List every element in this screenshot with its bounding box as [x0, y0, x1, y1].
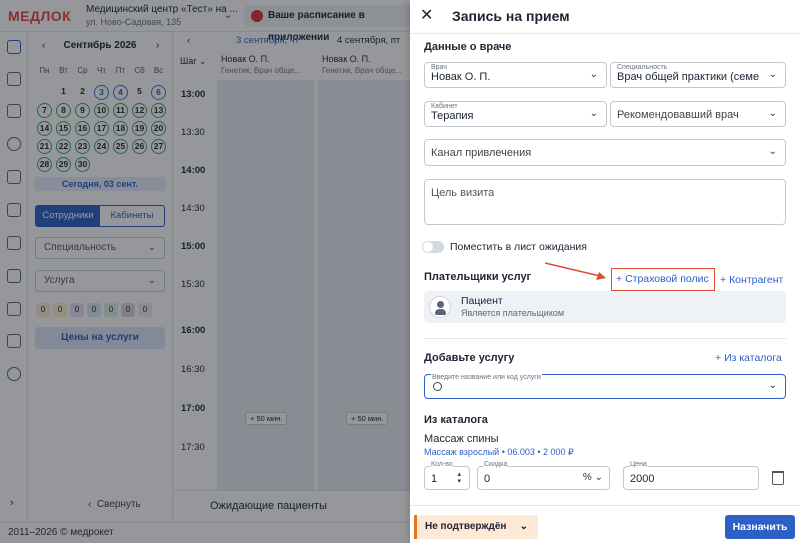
- insurance-label: Страховой полис: [625, 273, 709, 285]
- payers-section-title: Плательщики услуг: [424, 271, 532, 283]
- specialty-field-value: Врач общей практики (семе: [617, 71, 760, 83]
- discount-unit-select[interactable]: % ⌄: [583, 472, 603, 483]
- from-catalog-label: Из каталога: [724, 352, 782, 364]
- price-value: 2000: [630, 473, 655, 485]
- doctor-field-value: Новак О. П.: [431, 71, 491, 83]
- chevron-down-icon: ⌄: [768, 69, 777, 80]
- payer-desc: Является плательщиком: [461, 308, 565, 318]
- service-name: Массаж спины: [424, 433, 499, 445]
- stepper-arrows-icon[interactable]: ▴ ▾: [457, 471, 461, 485]
- catalog-section-title: Из каталога: [424, 414, 488, 426]
- payer-card[interactable]: Пациент Является плательщиком: [424, 291, 786, 323]
- doctor-field-label: Врач: [431, 64, 447, 71]
- waitlist-label: Поместить в лист ожидания: [450, 241, 587, 253]
- room-field-value: Терапия: [431, 110, 474, 122]
- room-select[interactable]: Кабинет Терапия ⌄: [424, 101, 607, 127]
- plus-icon: +: [720, 274, 727, 286]
- purpose-textarea[interactable]: Цель визита: [424, 179, 786, 225]
- appointment-modal: ✕ Запись на прием Данные о враче Врач Но…: [410, 0, 800, 543]
- qty-label: Кол-во: [431, 461, 453, 468]
- waitlist-toggle[interactable]: [422, 241, 444, 253]
- quantity-stepper[interactable]: Кол-во 1 ▴ ▾: [424, 461, 470, 490]
- insurance-button[interactable]: + Страховой полис: [611, 268, 715, 291]
- doctor-select[interactable]: Врач Новак О. П. ⌄: [424, 62, 607, 88]
- plus-icon: +: [616, 273, 623, 285]
- modal-footer: Не подтверждён ⌄ Назначить: [410, 505, 800, 543]
- service-search-input[interactable]: Введите название или код услуги ⌄: [424, 374, 786, 399]
- service-search-label: Введите название или код услуги: [431, 374, 542, 381]
- chevron-down-icon: ⌄: [519, 521, 528, 532]
- discount-label: Скидка: [484, 461, 508, 468]
- service-desc: Массаж взрослый • 06.003 • 2 000 ₽: [424, 447, 574, 457]
- plus-icon: +: [715, 352, 722, 364]
- price-input[interactable]: Цена 2000: [623, 461, 759, 490]
- chevron-down-icon: ⌄: [589, 108, 598, 119]
- contractor-label: Контрагент: [729, 274, 784, 286]
- modal-header: ✕ Запись на прием: [410, 0, 800, 34]
- contractor-button[interactable]: + Контрагент: [720, 274, 783, 286]
- modal-title: Запись на прием: [452, 8, 570, 24]
- doctor-section-title: Данные о враче: [424, 41, 512, 53]
- specialty-select[interactable]: Специальность Врач общей практики (семе …: [610, 62, 786, 88]
- chevron-down-icon: ⌄: [768, 146, 777, 157]
- chevron-down-icon: ⌄: [768, 108, 777, 119]
- payer-name: Пациент: [461, 295, 503, 307]
- channel-placeholder: Канал привлечения: [431, 147, 532, 159]
- chevron-down-icon: ⌄: [768, 380, 777, 391]
- discount-value: 0: [484, 473, 491, 485]
- price-label: Цена: [630, 461, 647, 468]
- user-icon: [429, 296, 451, 318]
- submit-button[interactable]: Назначить: [725, 515, 795, 539]
- referrer-select[interactable]: Рекомендовавший врач ⌄: [610, 101, 786, 127]
- purpose-placeholder: Цель визита: [431, 187, 495, 199]
- trash-icon[interactable]: [772, 471, 784, 485]
- referrer-placeholder: Рекомендовавший врач: [617, 109, 739, 121]
- specialty-field-label: Специальность: [617, 64, 668, 71]
- close-icon[interactable]: ✕: [420, 7, 433, 25]
- chevron-down-icon: ⌄: [589, 69, 598, 80]
- channel-select[interactable]: Канал привлечения ⌄: [424, 139, 786, 166]
- from-catalog-link[interactable]: + Из каталога: [715, 352, 782, 364]
- modal-overlay[interactable]: [0, 0, 410, 543]
- search-icon: [433, 382, 442, 391]
- status-select[interactable]: Не подтверждён ⌄: [414, 515, 538, 539]
- divider: [424, 338, 786, 339]
- discount-input[interactable]: Скидка 0 % ⌄: [477, 461, 610, 490]
- room-field-label: Кабинет: [431, 103, 458, 110]
- status-label: Не подтверждён: [425, 521, 507, 532]
- discount-unit: %: [582, 472, 592, 483]
- add-service-title: Добавьте услугу: [424, 352, 515, 364]
- qty-value: 1: [431, 473, 438, 485]
